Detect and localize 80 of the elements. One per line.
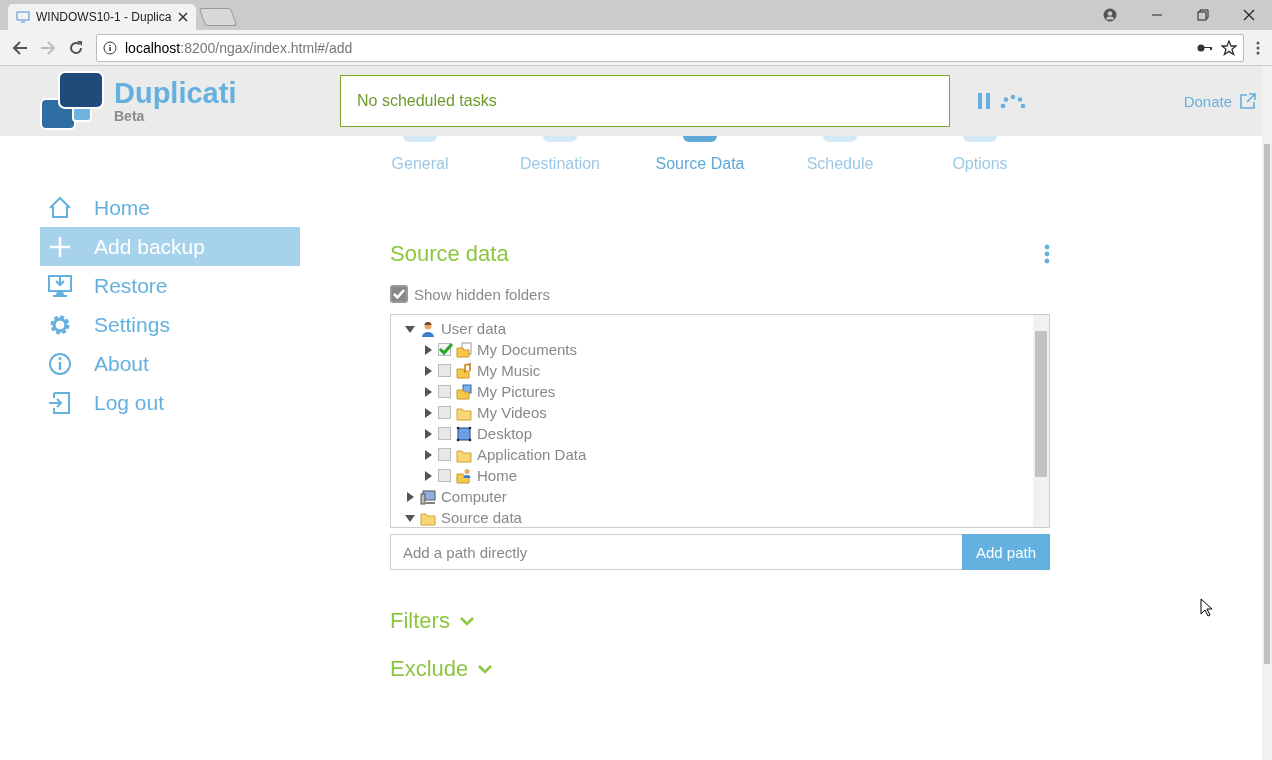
- desktop-icon: [456, 425, 472, 442]
- close-icon[interactable]: [1243, 9, 1255, 21]
- tree-node-label[interactable]: User data: [441, 320, 507, 337]
- tree-node-label[interactable]: Computer: [441, 488, 507, 505]
- tree-node-label[interactable]: Desktop: [477, 425, 533, 442]
- menu-icon[interactable]: [1256, 40, 1260, 55]
- picture-folder-icon: [456, 383, 472, 400]
- path-input-field[interactable]: Add a path directly: [390, 534, 962, 570]
- star-icon[interactable]: [1221, 39, 1237, 56]
- menu-item[interactable]: Home: [40, 188, 300, 227]
- tree-node-label[interactable]: Source data: [441, 509, 522, 526]
- menu-item[interactable]: Settings: [40, 305, 300, 344]
- tree-checkbox[interactable]: [438, 406, 451, 419]
- edition-label: Beta: [114, 108, 145, 124]
- restore-icon[interactable]: [1197, 9, 1209, 21]
- logout-icon: [48, 390, 72, 415]
- music-folder-icon: [456, 362, 472, 379]
- collapsible-section-header[interactable]: Exclude: [390, 656, 1050, 682]
- back-icon[interactable]: [12, 39, 28, 56]
- mouse-cursor-icon: [1200, 598, 1213, 617]
- key-icon[interactable]: [1197, 42, 1213, 53]
- checkbox-label: Show hidden folders: [414, 285, 550, 303]
- page-scrollbar[interactable]: [1262, 66, 1272, 760]
- wizard-step[interactable]: General: [350, 136, 490, 173]
- tree-checkbox[interactable]: [438, 448, 451, 461]
- expanded-arrow-icon[interactable]: [405, 512, 415, 523]
- collapsed-arrow-icon[interactable]: [423, 449, 433, 460]
- expanded-arrow-icon[interactable]: [405, 323, 415, 334]
- close-icon[interactable]: [178, 12, 188, 22]
- collapsed-arrow-icon[interactable]: [423, 344, 433, 355]
- person-icon: [420, 320, 436, 337]
- tree-node-label[interactable]: My Documents: [477, 341, 578, 358]
- collapsible-section-header[interactable]: Filters: [390, 608, 1050, 634]
- monitor-icon: [16, 11, 30, 23]
- collapsed-arrow-icon[interactable]: [423, 428, 433, 439]
- section-title: Source data: [390, 241, 509, 267]
- account-icon[interactable]: [1103, 8, 1117, 22]
- collapsed-arrow-icon[interactable]: [423, 470, 433, 481]
- tree-node-label[interactable]: Application Data: [477, 446, 587, 463]
- browser-tab[interactable]: WINDOWS10-1 - Duplica: [8, 4, 196, 30]
- wizard-step[interactable]: Schedule: [770, 136, 910, 173]
- logo-icon: [40, 71, 106, 131]
- checkbox[interactable]: [390, 285, 408, 303]
- reload-icon[interactable]: [68, 39, 84, 56]
- document-folder-icon: [456, 341, 472, 358]
- wizard-step[interactable]: Source Data: [630, 136, 770, 173]
- collapsed-arrow-icon[interactable]: [423, 386, 433, 397]
- app-name: Duplicati: [114, 78, 237, 108]
- tree-checkbox[interactable]: [438, 385, 451, 398]
- donate-link[interactable]: Donate: [1183, 92, 1256, 110]
- address-field[interactable]: localhost:8200/ngax/index.html#/add: [96, 33, 1244, 62]
- info-icon: [48, 351, 72, 376]
- external-link-icon: [1240, 93, 1256, 109]
- wizard-step[interactable]: Options: [910, 136, 1050, 173]
- menu-item[interactable]: Add backup: [40, 227, 300, 266]
- monitor-download-icon: [48, 273, 72, 298]
- collapsed-arrow-icon[interactable]: [405, 491, 415, 502]
- computer-icon: [420, 488, 436, 505]
- person-folder-icon: [456, 467, 472, 484]
- tree-node-label[interactable]: My Pictures: [477, 383, 556, 400]
- tree-checkbox[interactable]: [438, 364, 451, 377]
- plus-icon: [48, 234, 72, 259]
- status-message: No scheduled tasks: [340, 75, 950, 127]
- menu-item[interactable]: About: [40, 344, 300, 383]
- menu-item[interactable]: Restore: [40, 266, 300, 305]
- info-icon: [103, 40, 117, 55]
- tree-checkbox[interactable]: [438, 469, 451, 482]
- url-text: localhost:8200/ngax/index.html#/add: [125, 39, 353, 56]
- tree-checkbox[interactable]: [438, 343, 451, 356]
- tree-node-label[interactable]: Home: [477, 467, 517, 484]
- tree-node-label[interactable]: My Music: [477, 362, 541, 379]
- home-icon: [48, 195, 72, 220]
- collapsed-arrow-icon[interactable]: [423, 407, 433, 418]
- wizard-step[interactable]: Destination: [490, 136, 630, 173]
- add-path-button[interactable]: Add path: [962, 534, 1050, 570]
- tree-checkbox[interactable]: [438, 427, 451, 440]
- menu-item[interactable]: Log out: [40, 383, 300, 422]
- tree-node-label[interactable]: My Videos: [477, 404, 547, 421]
- tree-scrollbar[interactable]: [1033, 315, 1049, 527]
- collapsed-arrow-icon[interactable]: [423, 365, 433, 376]
